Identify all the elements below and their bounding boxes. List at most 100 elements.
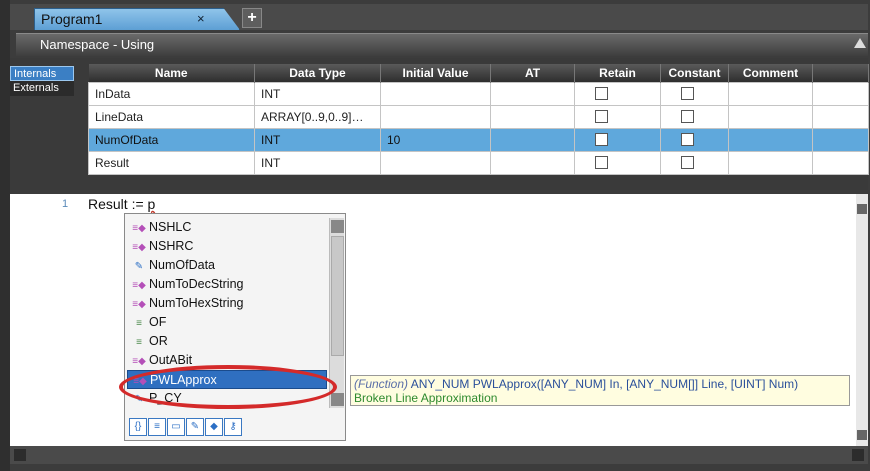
autocomplete-filter-bar: {} ≡ ▭ ✎ ◆ ⚷ bbox=[129, 418, 243, 438]
filter-function-icon[interactable]: ◆ bbox=[205, 418, 223, 436]
scroll-right-icon[interactable] bbox=[852, 449, 864, 461]
highlight-ring bbox=[119, 365, 337, 409]
operator-icon: ≡ bbox=[136, 337, 142, 348]
cell-data-type[interactable]: INT bbox=[254, 127, 381, 152]
scroll-down-icon[interactable] bbox=[857, 430, 867, 440]
cell-comment[interactable] bbox=[728, 81, 813, 106]
function-icon: ≡◆ bbox=[132, 242, 146, 253]
editor-vertical-scrollbar[interactable] bbox=[856, 194, 868, 446]
cell-at[interactable] bbox=[490, 81, 575, 106]
scroll-down-icon[interactable] bbox=[331, 393, 344, 406]
cell-comment[interactable] bbox=[728, 150, 813, 175]
cell-name[interactable]: NumOfData bbox=[88, 127, 255, 152]
cell-retain bbox=[574, 81, 661, 106]
namespace-bar[interactable]: Namespace - Using bbox=[16, 33, 868, 56]
retain-checkbox[interactable] bbox=[595, 133, 608, 146]
cell-name[interactable]: Result bbox=[88, 150, 255, 175]
add-tab-button[interactable]: + bbox=[242, 8, 262, 28]
code-line[interactable]: Result := p bbox=[88, 196, 155, 212]
autocomplete-item[interactable]: ≡◆ NSHRC bbox=[127, 237, 327, 256]
cell-comment[interactable] bbox=[728, 104, 813, 129]
table-row-selected[interactable]: NumOfData INT 10 bbox=[88, 127, 869, 152]
item-label: OF bbox=[149, 315, 167, 329]
function-icon: ≡◆ bbox=[132, 223, 146, 234]
column-header-retain[interactable]: Retain bbox=[574, 64, 661, 82]
variable-table: Name Data Type Initial Value AT Retain C… bbox=[88, 64, 869, 175]
filter-variable-icon[interactable]: ✎ bbox=[186, 418, 204, 436]
cell-comment[interactable] bbox=[728, 127, 813, 152]
item-label: OR bbox=[149, 334, 168, 348]
cell-initial-value[interactable] bbox=[380, 150, 491, 175]
scroll-left-icon[interactable] bbox=[14, 449, 26, 461]
cell-retain bbox=[574, 127, 661, 152]
cell-data-type[interactable]: INT bbox=[254, 150, 381, 175]
cell-at[interactable] bbox=[490, 150, 575, 175]
cell-retain bbox=[574, 150, 661, 175]
autocomplete-item[interactable]: ≡ OR bbox=[127, 332, 327, 351]
filter-instruction-icon[interactable]: ▭ bbox=[167, 418, 185, 436]
item-label: NumOfData bbox=[149, 258, 215, 272]
cell-initial-value[interactable]: 10 bbox=[380, 127, 491, 152]
constant-checkbox[interactable] bbox=[681, 87, 694, 100]
cell-data-type[interactable]: INT bbox=[254, 81, 381, 106]
item-label: NumToHexString bbox=[149, 296, 244, 310]
column-header-name[interactable]: Name bbox=[88, 64, 255, 82]
retain-checkbox[interactable] bbox=[595, 156, 608, 169]
table-row[interactable]: InData INT bbox=[88, 81, 869, 106]
cell-at[interactable] bbox=[490, 104, 575, 129]
tooltip-kind: (Function) bbox=[354, 377, 409, 391]
tooltip-signature: ANY_NUM PWLApprox([ANY_NUM] In, [ANY_NUM… bbox=[408, 377, 799, 391]
scroll-up-icon[interactable] bbox=[857, 204, 867, 214]
filter-library-icon[interactable]: ⚷ bbox=[224, 418, 242, 436]
cell-initial-value[interactable] bbox=[380, 104, 491, 129]
variable-icon: ✎ bbox=[134, 261, 144, 272]
constant-checkbox[interactable] bbox=[681, 156, 694, 169]
table-header: Name Data Type Initial Value AT Retain C… bbox=[88, 64, 869, 82]
cell-name[interactable]: LineData bbox=[88, 104, 255, 129]
filter-braces-icon[interactable]: {} bbox=[129, 418, 147, 436]
retain-checkbox[interactable] bbox=[595, 87, 608, 100]
autocomplete-item[interactable]: ≡◆ NSHLC bbox=[127, 218, 327, 237]
scroll-up-icon[interactable] bbox=[331, 220, 344, 233]
autocomplete-item[interactable]: ✎ NumOfData bbox=[127, 256, 327, 275]
line-number: 1 bbox=[62, 198, 69, 210]
filter-operator-icon[interactable]: ≡ bbox=[148, 418, 166, 436]
code-text: Result := bbox=[88, 196, 148, 212]
item-label: OutABit bbox=[149, 353, 193, 367]
typed-text: p bbox=[147, 196, 156, 212]
editor-horizontal-scrollbar[interactable] bbox=[10, 446, 868, 464]
retain-checkbox[interactable] bbox=[595, 110, 608, 123]
cell-constant bbox=[660, 81, 729, 106]
cell-data-type[interactable]: ARRAY[0..9,0..9]… bbox=[254, 104, 381, 129]
tab-title: Program1 bbox=[41, 11, 103, 27]
column-header-at[interactable]: AT bbox=[490, 64, 575, 82]
table-row[interactable]: LineData ARRAY[0..9,0..9]… bbox=[88, 104, 869, 129]
scroll-thumb[interactable] bbox=[331, 236, 344, 356]
column-header-data-type[interactable]: Data Type bbox=[254, 64, 381, 82]
cell-extra bbox=[812, 81, 869, 106]
cell-name[interactable]: InData bbox=[88, 81, 255, 106]
collapse-arrow-icon[interactable] bbox=[854, 38, 866, 48]
function-icon: ≡◆ bbox=[132, 280, 146, 291]
tab-close-icon[interactable]: × bbox=[197, 11, 205, 26]
column-header-constant[interactable]: Constant bbox=[660, 64, 729, 82]
column-header-initial-value[interactable]: Initial Value bbox=[380, 64, 491, 82]
table-row[interactable]: Result INT bbox=[88, 150, 869, 175]
tab-program1[interactable]: Program1 × bbox=[34, 8, 240, 30]
constant-checkbox[interactable] bbox=[681, 133, 694, 146]
window-left-edge bbox=[0, 0, 10, 471]
constant-checkbox[interactable] bbox=[681, 110, 694, 123]
tooltip-description: Broken Line Approximation bbox=[354, 391, 498, 405]
cell-extra bbox=[812, 104, 869, 129]
cell-at[interactable] bbox=[490, 127, 575, 152]
autocomplete-item[interactable]: ≡◆ NumToDecString bbox=[127, 275, 327, 294]
tab-internals[interactable]: Internals bbox=[10, 66, 74, 81]
cell-retain bbox=[574, 104, 661, 129]
cell-constant bbox=[660, 150, 729, 175]
operator-icon: ≡ bbox=[136, 318, 142, 329]
autocomplete-item[interactable]: ≡ OF bbox=[127, 313, 327, 332]
tab-externals[interactable]: Externals bbox=[10, 81, 74, 96]
column-header-comment[interactable]: Comment bbox=[728, 64, 813, 82]
autocomplete-item[interactable]: ≡◆ NumToHexString bbox=[127, 294, 327, 313]
cell-initial-value[interactable] bbox=[380, 81, 491, 106]
